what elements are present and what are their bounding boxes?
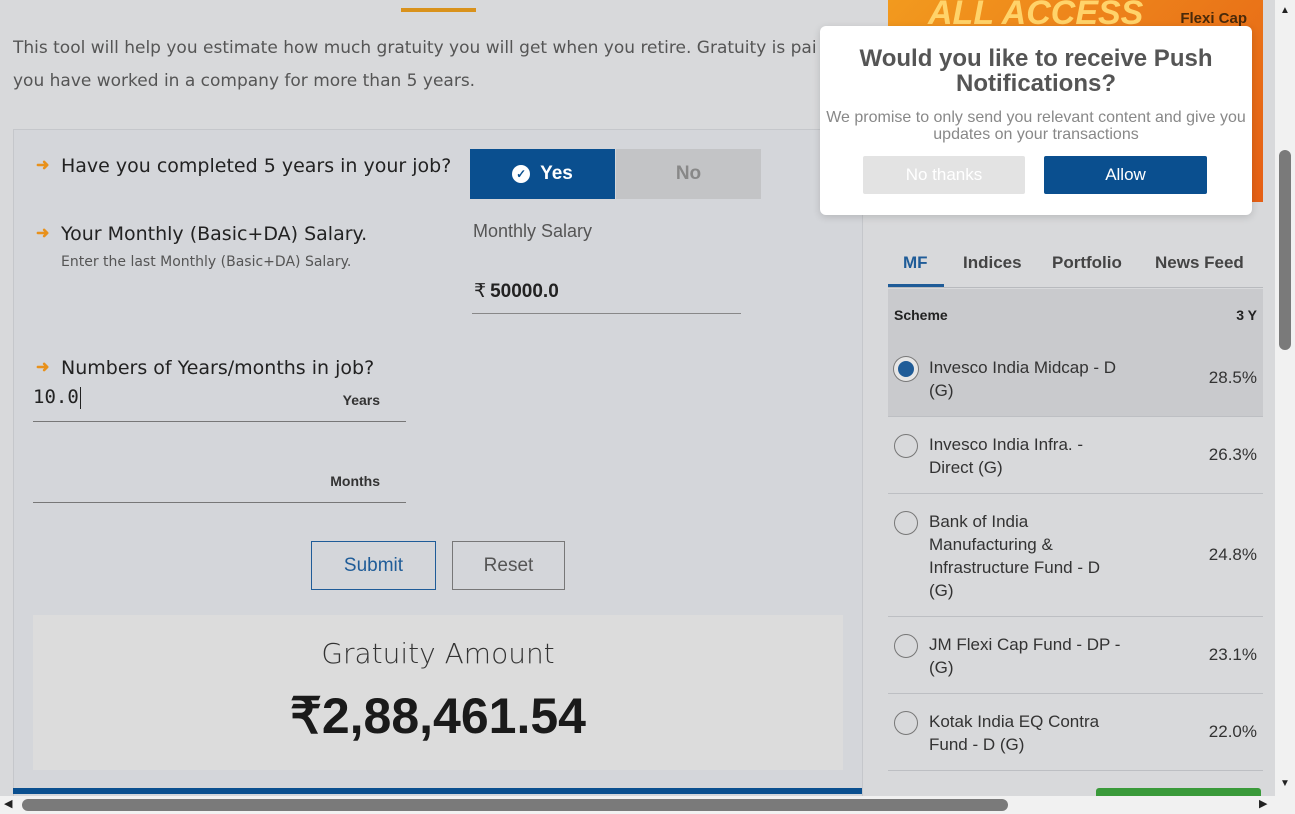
card-bottom-bar: [13, 788, 862, 794]
question-five-years: Have you completed 5 years in your job?: [61, 155, 452, 177]
salary-value: 50000.0: [490, 280, 559, 302]
scroll-down-arrow-icon[interactable]: ▼: [1280, 778, 1290, 789]
scroll-left-arrow-icon[interactable]: ◀: [4, 797, 12, 810]
column-3y: 3 Y: [1236, 307, 1257, 323]
yes-label: Yes: [540, 163, 573, 184]
tab-indices[interactable]: Indices: [963, 253, 1022, 273]
years-unit-label: Years: [342, 392, 380, 408]
years-value: 10.0: [33, 386, 79, 408]
monthly-salary-input[interactable]: ₹ 50000.0: [472, 270, 741, 314]
salary-hint: Enter the last Monthly (Basic+DA) Salary…: [61, 254, 352, 270]
table-row[interactable]: Invesco India Infra. - Direct (G) 26.3%: [888, 417, 1263, 494]
active-tab-indicator: [888, 284, 944, 287]
check-icon: ✓: [512, 165, 531, 183]
push-dialog-title: Would you like to receive Push Notificat…: [859, 45, 1213, 97]
scheme-return: 23.1%: [1208, 645, 1257, 664]
scheme-name: Kotak India EQ Contra Fund - D (G): [929, 712, 1100, 754]
scheme-return: 26.3%: [1208, 445, 1257, 464]
scheme-name: Invesco India Infra. - Direct (G): [929, 435, 1084, 477]
result-title: Gratuity Amount: [321, 637, 555, 670]
table-header: Scheme 3 Y: [888, 289, 1263, 340]
column-scheme: Scheme: [894, 307, 948, 323]
scroll-up-arrow-icon[interactable]: ▲: [1280, 5, 1290, 16]
scheme-return: 28.5%: [1208, 368, 1257, 387]
yes-button[interactable]: ✓ Yes: [470, 149, 615, 199]
section-accent-bar: [401, 8, 476, 12]
vertical-scrollbar[interactable]: ▲ ▼: [1275, 0, 1295, 796]
vertical-scroll-thumb[interactable]: [1279, 150, 1291, 350]
radio-icon[interactable]: [894, 634, 918, 658]
years-input[interactable]: 10.0 Years: [33, 380, 406, 422]
scheme-name: Bank of India Manufacturing & Infrastruc…: [929, 512, 1101, 600]
table-row[interactable]: Kotak India EQ Contra Fund - D (G) 22.0%: [888, 694, 1263, 771]
scheme-return: 22.0%: [1208, 722, 1257, 741]
question-years-months: Numbers of Years/months in job?: [61, 357, 375, 379]
submit-button[interactable]: Submit: [311, 541, 436, 590]
scheme-return: 24.8%: [1208, 545, 1257, 564]
table-row[interactable]: Invesco India Midcap - D (G) 28.5%: [888, 340, 1263, 417]
radio-selected-icon[interactable]: [894, 357, 918, 381]
allow-button[interactable]: Allow: [1044, 156, 1207, 194]
horizontal-scrollbar[interactable]: ◀ ▶: [0, 796, 1295, 814]
gratuity-amount: ₹2,88,461.54: [290, 688, 586, 744]
no-button[interactable]: No: [616, 149, 761, 199]
no-thanks-button[interactable]: No thanks: [863, 156, 1025, 194]
ad-subtext: Flexi Cap: [1180, 10, 1247, 27]
question-salary: Your Monthly (Basic+DA) Salary.: [61, 223, 368, 245]
intro-text: This tool will help you estimate how muc…: [13, 32, 843, 98]
text-caret: [79, 386, 81, 409]
reset-button[interactable]: Reset: [452, 541, 565, 590]
tab-portfolio[interactable]: Portfolio: [1052, 253, 1122, 273]
tab-news-feed[interactable]: News Feed: [1155, 253, 1244, 273]
result-panel: Gratuity Amount ₹2,88,461.54: [33, 615, 843, 770]
scroll-right-arrow-icon[interactable]: ▶: [1259, 797, 1267, 810]
radio-icon[interactable]: [894, 511, 918, 535]
table-row[interactable]: Bank of India Manufacturing & Infrastruc…: [888, 494, 1263, 617]
arrow-icon: ➜: [36, 157, 50, 174]
market-tabs: MF Indices Portfolio News Feed: [888, 240, 1263, 288]
radio-icon[interactable]: [894, 434, 918, 458]
intro-line-1: This tool will help you estimate how muc…: [13, 38, 817, 58]
arrow-icon: ➜: [36, 225, 50, 242]
push-dialog-subtitle: We promise to only send you relevant con…: [826, 109, 1246, 143]
horizontal-scroll-thumb[interactable]: [22, 799, 1008, 811]
months-input[interactable]: Months: [33, 460, 406, 503]
scheme-name: Invesco India Midcap - D (G): [929, 358, 1117, 400]
table-row[interactable]: JM Flexi Cap Fund - DP - (G) 23.1%: [888, 617, 1263, 694]
rupee-icon: ₹: [474, 281, 487, 302]
no-label: No: [675, 163, 702, 184]
arrow-icon: ➜: [36, 359, 50, 376]
salary-field-label: Monthly Salary: [473, 221, 593, 241]
months-unit-label: Months: [330, 473, 380, 489]
push-notification-dialog: Would you like to receive Push Notificat…: [820, 26, 1252, 215]
tab-mf[interactable]: MF: [903, 253, 928, 273]
intro-line-2: you have worked in a company for more th…: [13, 71, 476, 91]
scheme-name: JM Flexi Cap Fund - DP - (G): [929, 635, 1121, 677]
radio-icon[interactable]: [894, 711, 918, 735]
